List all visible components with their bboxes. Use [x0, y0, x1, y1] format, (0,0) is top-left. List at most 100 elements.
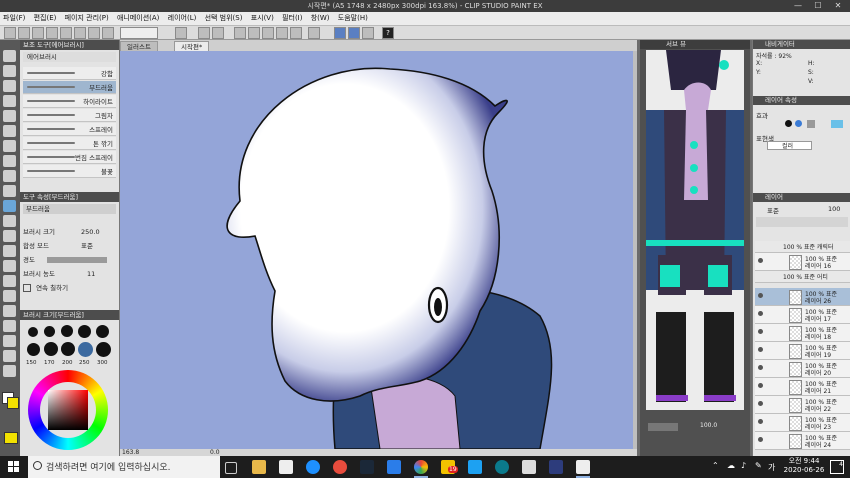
size-dot-selected[interactable]: [78, 342, 93, 357]
brush-highlight[interactable]: 하이라이트: [23, 95, 116, 108]
layer-view-icon[interactable]: [175, 27, 187, 39]
hardness-row[interactable]: 경도: [23, 255, 116, 265]
undo-icon[interactable]: [198, 27, 210, 39]
brush-flame[interactable]: 불꽃: [23, 165, 116, 178]
eye-icon[interactable]: [758, 365, 763, 370]
operation-tool-icon[interactable]: [3, 80, 16, 92]
open-icon[interactable]: [18, 27, 30, 39]
layer-row[interactable]: 100 % 표준 레이어 16: [755, 253, 850, 271]
app-icon[interactable]: [549, 460, 563, 474]
notification-center-icon[interactable]: 4: [830, 460, 844, 474]
layer-folder-outfit[interactable]: 100 % 표준 어티: [755, 271, 850, 283]
eye-icon[interactable]: [758, 419, 763, 424]
pen-tool-icon[interactable]: [3, 155, 16, 167]
layer-row[interactable]: 100 % 표준 레이어 21: [755, 378, 850, 396]
size-dot[interactable]: [61, 325, 73, 337]
layer-row[interactable]: 100 % 표준 레이어 20: [755, 360, 850, 378]
brush-size-row[interactable]: 브러시 크기 250.0: [23, 227, 116, 237]
close-button[interactable]: ✕: [830, 0, 846, 12]
sub-view-zoom-value[interactable]: 100.0: [700, 422, 717, 429]
size-dot[interactable]: [27, 343, 40, 356]
brush-shadow[interactable]: 그림자: [23, 109, 116, 122]
import-icon[interactable]: [60, 27, 72, 39]
transparent-color-swatch[interactable]: [4, 432, 18, 444]
print-icon[interactable]: [74, 27, 86, 39]
sub-tool-group[interactable]: 에어브러시: [23, 52, 116, 62]
companion-icon[interactable]: [120, 27, 158, 39]
layer-row-selected[interactable]: 100 % 표준 레이어 26: [755, 288, 850, 306]
airbrush-tool-icon[interactable]: [3, 200, 16, 212]
size-dot[interactable]: [61, 342, 75, 356]
eye-icon[interactable]: [758, 383, 763, 388]
menu-selection[interactable]: 선택 범위(S): [202, 12, 246, 25]
maximize-button[interactable]: ☐: [810, 0, 826, 12]
canvas-vertical-scrollbar[interactable]: [633, 51, 637, 449]
menu-file[interactable]: 파일(F): [0, 12, 28, 25]
blend-mode-select[interactable]: 표준: [81, 241, 93, 251]
fill-icon[interactable]: [262, 27, 274, 39]
brush-blur-spray[interactable]: 번짐 스프레이: [23, 151, 116, 164]
select-all-icon[interactable]: [308, 27, 320, 39]
eye-icon[interactable]: [758, 293, 763, 298]
zoom-readout[interactable]: 163.8: [122, 449, 139, 456]
saturation-square[interactable]: [48, 390, 88, 430]
border-effect-icon[interactable]: [785, 120, 792, 127]
color-effect-icon[interactable]: [795, 120, 802, 127]
twitter-icon[interactable]: [468, 460, 482, 474]
selection-tool-icon[interactable]: [3, 110, 16, 122]
menu-filter[interactable]: 필터(I): [279, 12, 305, 25]
snap-special-ruler-icon[interactable]: [348, 27, 360, 39]
layer-row[interactable]: 100 % 표준 레이어 23: [755, 414, 850, 432]
menu-window[interactable]: 창(W): [308, 12, 333, 25]
edge-legacy-icon[interactable]: [306, 460, 320, 474]
layer-row[interactable]: 100 % 표준 레이어 19: [755, 342, 850, 360]
layer-blend-select[interactable]: 표준: [767, 205, 779, 215]
move-layer-tool-icon[interactable]: [3, 95, 16, 107]
density-row[interactable]: 브러시 농도 11: [23, 269, 116, 279]
save-icon[interactable]: [32, 27, 44, 39]
size-dot[interactable]: [44, 326, 55, 337]
tone-effect-icon[interactable]: [807, 120, 815, 128]
angle-readout[interactable]: 0.0: [210, 449, 220, 456]
camera-icon[interactable]: [88, 27, 100, 39]
taskbar-clock[interactable]: 오전 9:44 2020-06-26: [779, 457, 829, 477]
layer-row[interactable]: 100 % 표준 레이어 17: [755, 306, 850, 324]
eye-icon[interactable]: [758, 401, 763, 406]
blend-tool-icon[interactable]: [3, 245, 16, 257]
menu-view[interactable]: 표시(V): [248, 12, 277, 25]
brush-tone-scrape[interactable]: 톤 깎기: [23, 137, 116, 150]
settings-icon[interactable]: [102, 27, 114, 39]
frame-tool-icon[interactable]: [3, 305, 16, 317]
layer-folder-character[interactable]: 100 % 표준 캐릭터: [755, 241, 850, 253]
ruler-tool-icon[interactable]: [3, 320, 16, 332]
continuous-checkbox[interactable]: [23, 284, 31, 292]
hardness-slider[interactable]: [47, 257, 107, 263]
layer-color-icon[interactable]: [831, 120, 843, 128]
clip-studio-paint-icon[interactable]: [576, 460, 590, 474]
pencil-tool-icon[interactable]: [3, 170, 16, 182]
menu-help[interactable]: 도움말(H): [335, 12, 371, 25]
eye-icon[interactable]: [758, 258, 763, 263]
move-tool-icon[interactable]: [3, 65, 16, 77]
task-view-icon[interactable]: [225, 462, 237, 474]
brush-spray[interactable]: 스프레이: [23, 123, 116, 136]
continuous-row[interactable]: 연속 칠하기: [23, 283, 116, 293]
clip-studio-icon[interactable]: [522, 460, 536, 474]
auto-select-tool-icon[interactable]: [3, 125, 16, 137]
layer-opacity-value[interactable]: 100: [828, 205, 840, 213]
volume-icon[interactable]: ♪: [741, 461, 746, 470]
taskbar-search-box[interactable]: 검색하려면 여기에 입력하십시오.: [28, 456, 220, 478]
brush-tool-icon[interactable]: [3, 185, 16, 197]
start-icon[interactable]: [8, 461, 20, 473]
density-value[interactable]: 11: [87, 269, 95, 279]
edge-icon[interactable]: [495, 460, 509, 474]
mail-icon[interactable]: [387, 460, 401, 474]
eye-icon[interactable]: [758, 347, 763, 352]
zoom-tool-icon[interactable]: [3, 50, 16, 62]
eye-icon[interactable]: [758, 311, 763, 316]
color-wheel[interactable]: [28, 370, 108, 450]
expression-select[interactable]: 컬러: [767, 141, 812, 150]
size-dot[interactable]: [44, 342, 58, 356]
brush-soft[interactable]: 부드러움: [23, 81, 116, 94]
effect-buttons[interactable]: [785, 120, 845, 128]
